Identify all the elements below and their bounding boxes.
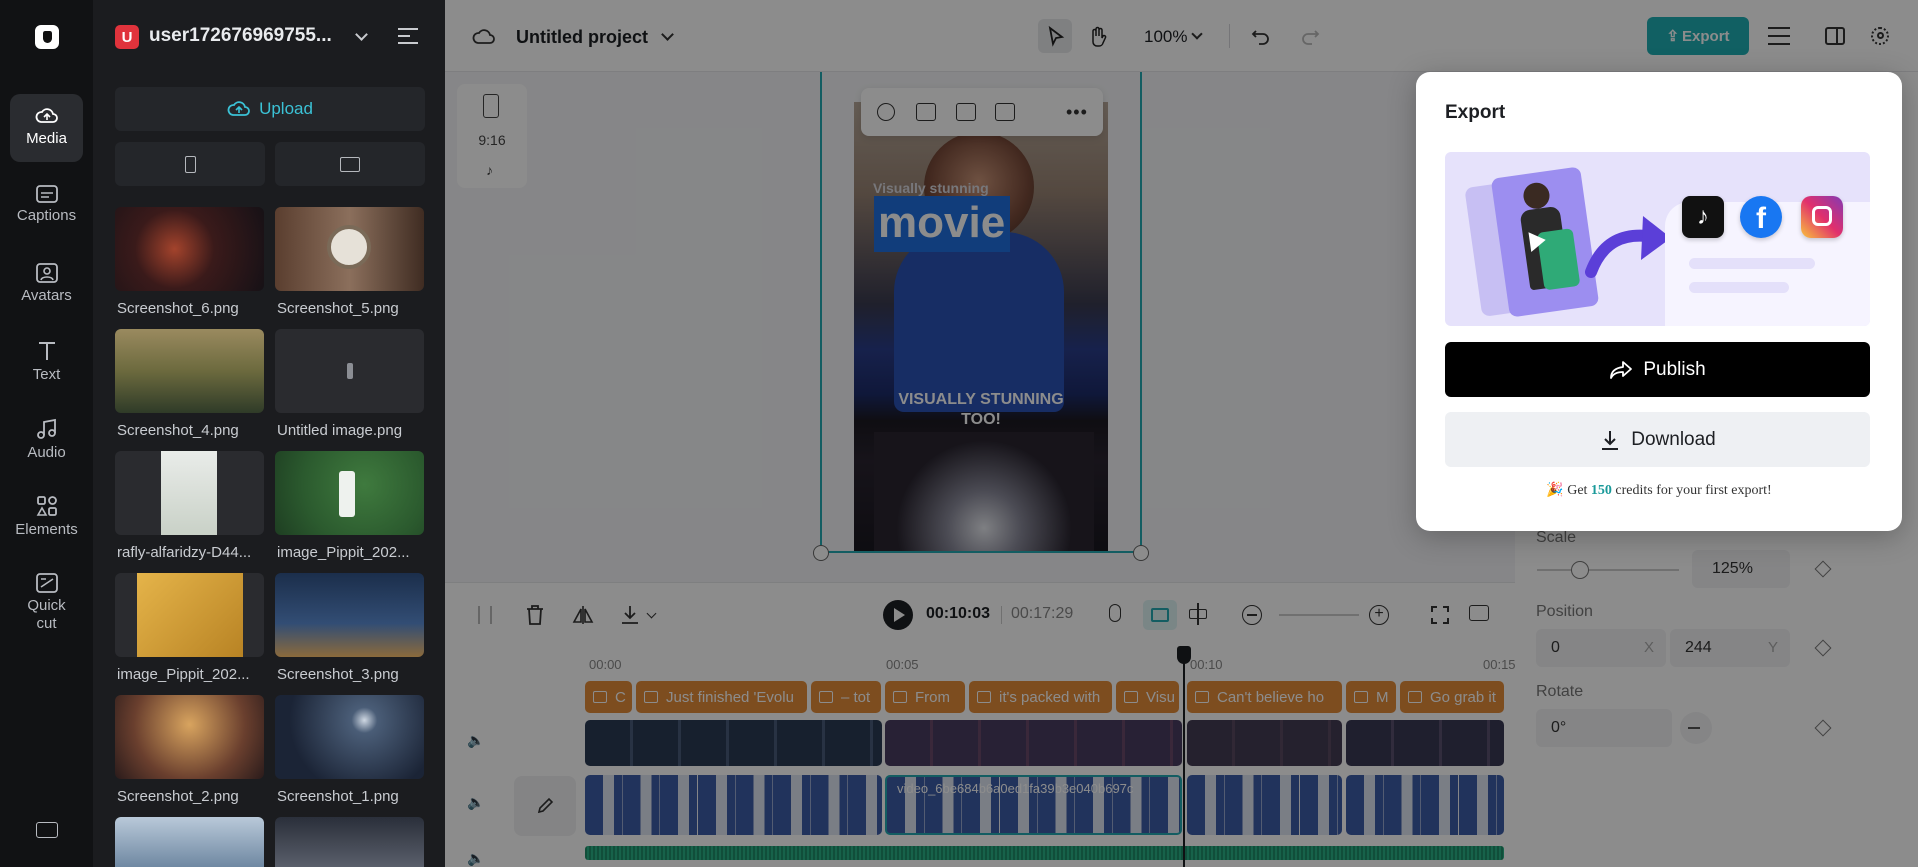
rail-label: Quick cut	[27, 597, 66, 632]
rail-label: Captions	[16, 207, 77, 224]
credits-number: 150	[1590, 483, 1612, 498]
credits-pre: Get	[1567, 483, 1588, 498]
tiktok-icon: ♪	[1682, 196, 1724, 238]
quickcut-icon	[35, 573, 58, 593]
creator-image	[1490, 166, 1600, 318]
media-name: Screenshot_2.png	[117, 788, 239, 805]
rail-quickcut[interactable]: Quick cut	[10, 573, 83, 633]
captions-icon	[35, 185, 58, 203]
media-thumb[interactable]	[275, 451, 424, 535]
rail-media[interactable]: Media	[10, 94, 83, 162]
instagram-icon	[1801, 196, 1843, 238]
media-name: Screenshot_5.png	[277, 300, 399, 317]
monitor-icon	[340, 156, 360, 172]
download-button[interactable]: Download	[1445, 412, 1870, 467]
publish-button[interactable]: Publish	[1445, 342, 1870, 397]
media-thumb[interactable]	[275, 695, 424, 779]
media-thumb[interactable]	[115, 817, 264, 867]
credits-post: credits for your first export!	[1615, 483, 1772, 498]
cloud-icon	[35, 108, 58, 123]
rail-elements[interactable]: Elements	[10, 495, 83, 538]
export-modal-title: Export	[1445, 102, 1506, 123]
keyboard-icon[interactable]	[36, 822, 58, 838]
media-thumb[interactable]	[115, 207, 264, 291]
media-thumb[interactable]	[275, 573, 424, 657]
rail-audio[interactable]: Audio	[10, 418, 83, 461]
phone-upload-button[interactable]	[115, 142, 265, 186]
media-panel: U user172676969755... Upload Screenshot_…	[93, 0, 445, 867]
rail-label: Text	[32, 366, 61, 383]
media-name: image_Pippit_202...	[117, 666, 250, 683]
media-name: Untitled image.png	[277, 422, 403, 439]
media-name: Screenshot_6.png	[117, 300, 239, 317]
export-banner: ♪ f	[1445, 152, 1870, 326]
screen-upload-button[interactable]	[275, 142, 425, 186]
media-thumb[interactable]	[275, 817, 424, 867]
rail-label: Elements	[15, 521, 78, 538]
media-thumb[interactable]	[115, 695, 264, 779]
avatar-icon	[35, 263, 58, 283]
upload-label: Upload	[259, 99, 313, 118]
download-label: Download	[1631, 428, 1716, 450]
media-name: rafly-alfaridzy-D44...	[117, 544, 252, 561]
rail-text[interactable]: Text	[10, 340, 83, 383]
media-thumb[interactable]	[115, 329, 264, 413]
left-rail: Media Captions Avatars Text Audio Elemen…	[0, 0, 93, 867]
music-icon	[36, 418, 56, 439]
user-avatar[interactable]: U	[115, 25, 139, 49]
media-thumb[interactable]	[115, 573, 264, 657]
export-modal: Export ♪ f Publish Download 🎉 Get 150 cr…	[1416, 72, 1902, 531]
upload-cloud-icon	[227, 101, 250, 116]
publish-label: Publish	[1643, 358, 1706, 380]
arrow-icon	[1585, 216, 1671, 278]
media-name: image_Pippit_202...	[277, 544, 410, 561]
rail-captions[interactable]: Captions	[10, 185, 83, 224]
rail-avatars[interactable]: Avatars	[10, 263, 83, 304]
download-icon	[1602, 430, 1619, 450]
play-icon	[1528, 229, 1548, 253]
rail-label: Audio	[27, 444, 66, 461]
media-thumb[interactable]	[275, 207, 424, 291]
elements-icon	[36, 496, 57, 516]
user-name[interactable]: user172676969755...	[149, 25, 359, 47]
media-thumb[interactable]	[115, 451, 264, 535]
app-logo[interactable]	[35, 25, 59, 49]
rail-label: Avatars	[21, 287, 72, 304]
facebook-icon: f	[1740, 196, 1782, 238]
rail-label: Media	[26, 130, 67, 147]
party-icon: 🎉	[1546, 483, 1568, 498]
menu-icon[interactable]	[398, 28, 418, 44]
media-name: Screenshot_3.png	[277, 666, 399, 683]
media-name: Screenshot_1.png	[277, 788, 399, 805]
share-icon	[1610, 360, 1633, 379]
media-name: Screenshot_4.png	[117, 422, 239, 439]
text-icon	[38, 342, 55, 360]
upload-button[interactable]: Upload	[115, 87, 425, 131]
credits-note: 🎉 Get 150 credits for your first export!	[1416, 482, 1902, 499]
media-thumb[interactable]	[275, 329, 424, 413]
phone-icon	[184, 155, 196, 173]
